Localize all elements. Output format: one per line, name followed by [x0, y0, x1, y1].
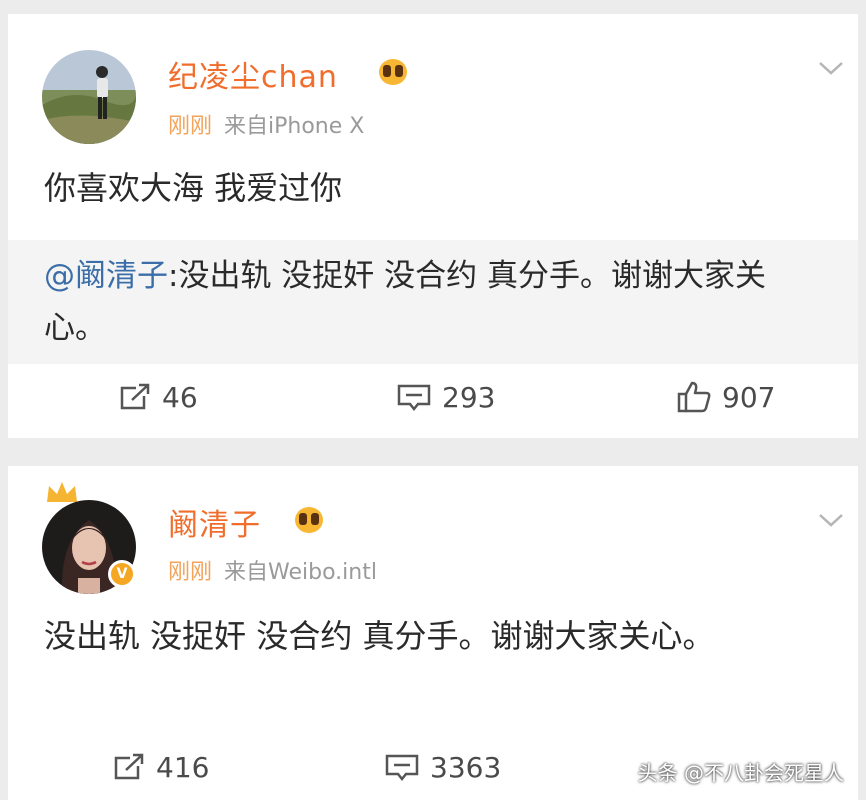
post-time: 刚刚: [168, 114, 213, 139]
comment-count: 3363: [430, 750, 502, 784]
post-source: 来自Weibo.intl: [224, 560, 377, 585]
emoji-icon: [379, 59, 407, 85]
comment-button[interactable]: 3363: [384, 742, 501, 792]
post-time: 刚刚: [168, 560, 213, 585]
repost-icon: [114, 753, 144, 780]
repost-button[interactable]: 416: [112, 742, 209, 792]
verified-badge: V: [108, 560, 136, 588]
username[interactable]: 纪凌尘chan: [168, 52, 338, 96]
watermark: 头条 @不八卦会死星人: [637, 761, 844, 785]
like-button[interactable]: 907: [676, 372, 775, 422]
comment-icon: [397, 384, 431, 412]
action-bar: 46 293 907: [8, 372, 858, 422]
emoji-icon: [295, 507, 323, 533]
post-meta: 刚刚 来自iPhone X: [168, 108, 364, 140]
post-source: 来自iPhone X: [224, 114, 365, 139]
comment-icon: [385, 754, 419, 782]
comment-count: 293: [442, 380, 496, 414]
chevron-down-icon[interactable]: [818, 60, 844, 76]
repost-count: 416: [156, 750, 210, 784]
post-content: 你喜欢大海 我爱过你: [44, 169, 343, 207]
like-count: 907: [722, 380, 776, 414]
chevron-down-icon[interactable]: [818, 512, 844, 528]
repost-text: @阚清子:没出轨 没捉奸 没合约 真分手。谢谢大家关心。: [44, 250, 824, 354]
repost-count: 46: [162, 380, 198, 414]
post-meta: 刚刚 来自Weibo.intl: [168, 554, 377, 586]
repost-button[interactable]: 46: [118, 372, 198, 422]
post-card: V 阚清子 刚刚 来自Weibo.intl 没出轨 没捉奸 没合约 真分手。谢谢大…: [8, 466, 858, 800]
post-card: 纪凌尘chan 刚刚 来自iPhone X 你喜欢大海 我爱过你 @阚清子:没出轨…: [8, 14, 858, 438]
comment-button[interactable]: 293: [396, 372, 495, 422]
post-content: 没出轨 没捉奸 没合约 真分手。谢谢大家关心。: [44, 617, 715, 655]
repost-mention[interactable]: @阚清子: [44, 258, 168, 294]
avatar[interactable]: [42, 50, 136, 144]
like-icon: [677, 381, 711, 413]
username[interactable]: 阚清子: [168, 500, 261, 544]
repost-icon: [120, 383, 150, 410]
avatar-photo: [42, 50, 136, 144]
repost-block[interactable]: @阚清子:没出轨 没捉奸 没合约 真分手。谢谢大家关心。: [8, 240, 858, 364]
